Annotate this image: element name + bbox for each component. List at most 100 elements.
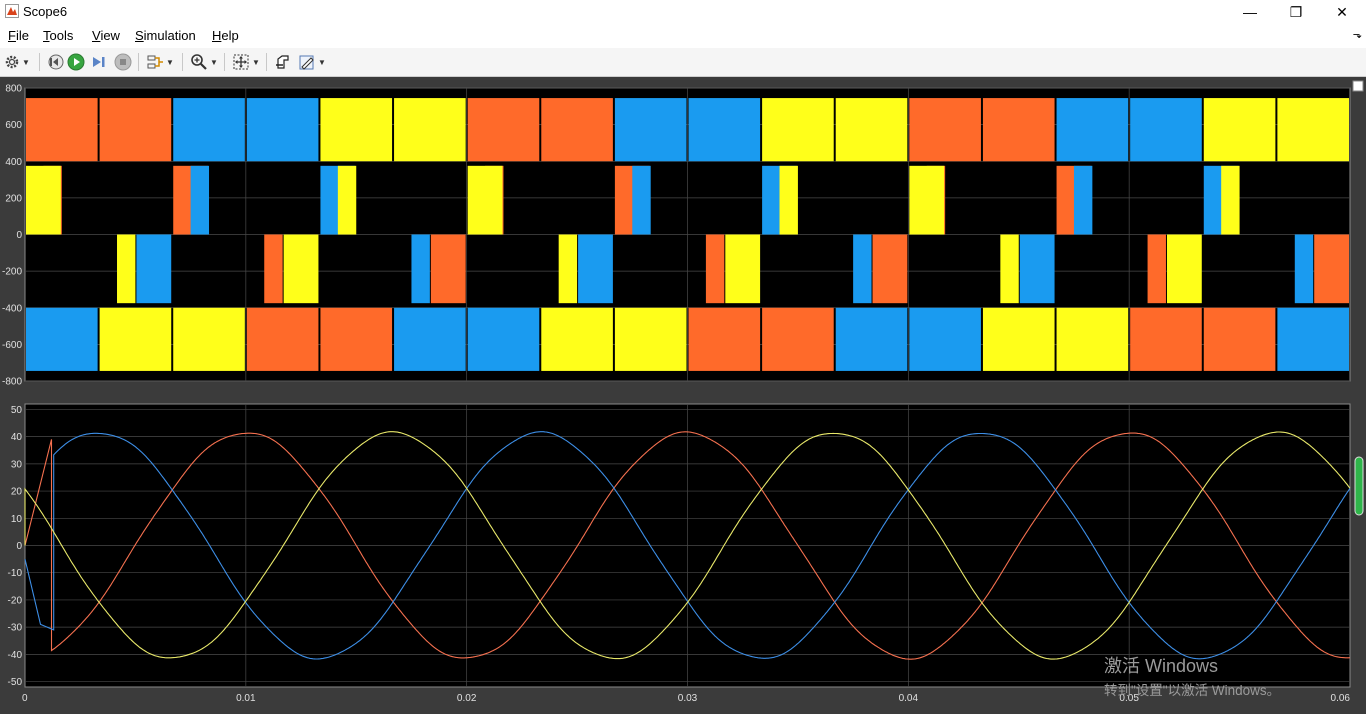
step-back-button[interactable] [46,52,64,72]
signal-select-button[interactable]: ▼ [146,52,174,72]
maximize-button[interactable]: ❐ [1273,0,1319,24]
pwm-block [394,307,466,371]
pwm-block [1056,98,1129,162]
pwm-block [1314,234,1349,304]
cursor-measurements-button[interactable] [274,52,292,72]
pwm-block [705,234,725,304]
pwm-block [283,234,319,304]
fit-axes-icon [233,54,249,70]
y-tick-label: 20 [11,487,23,498]
menu-simulation[interactable]: Simulation [135,28,196,43]
x-tick-label: 0.03 [678,693,698,704]
pwm-block [1130,98,1202,162]
y-tick-label: 0 [16,541,22,552]
pwm-block [1056,307,1129,371]
pwm-block [1130,307,1202,371]
watermark-line-1: 激活 Windows [1104,656,1218,676]
toolbar: ▼ ▼ ▼ ▼ ▼ [0,48,1366,77]
y-tick-label: 200 [5,193,22,204]
pwm-block [1019,234,1055,304]
pwm-block [779,165,798,235]
x-tick-label: 0 [22,693,28,704]
y-tick-label: -400 [2,303,22,314]
menu-file[interactable]: File [8,28,29,43]
chevron-down-icon: ▼ [210,57,218,67]
zoom-icon [191,54,207,70]
step-forward-button[interactable] [90,52,108,72]
pwm-block [541,307,613,371]
menu-bar: File Tools View Simulation Help ⬎ [0,24,1366,48]
pwm-block [1221,165,1240,235]
pwm-block [264,234,283,304]
pwm-block [1000,234,1019,304]
x-tick-label: 0.02 [457,693,477,704]
y-tick-label: -50 [8,677,23,688]
close-icon: ✕ [1336,3,1348,20]
pwm-block [1203,307,1276,371]
pwm-block [835,307,908,371]
pwm-block [246,98,319,162]
menu-help[interactable]: Help [212,28,239,43]
pwm-block [26,307,98,371]
run-button[interactable] [67,52,85,72]
y-tick-label: 10 [11,514,23,525]
pwm-block [541,98,613,162]
pwm-block [578,234,613,304]
pwm-block [909,307,981,371]
y-tick-label: 800 [5,84,22,95]
y-tick-label: -800 [2,377,22,388]
pwm-block [26,98,98,162]
restore-icon: ❐ [1289,3,1303,20]
y-tick-label: -40 [8,650,23,661]
toolbar-separator [138,53,139,71]
pwm-block [26,165,61,235]
toolbar-separator [182,53,183,71]
pwm-block [614,307,687,371]
gear-icon [5,55,19,69]
stop-button[interactable] [114,52,132,72]
chevron-down-icon: ▼ [252,57,260,67]
pwm-block [982,307,1055,371]
pwm-block [632,165,651,235]
minimize-button[interactable]: — [1227,0,1273,24]
y-tick-label: -200 [2,267,22,278]
pwm-block [688,307,761,371]
pwm-block [909,165,945,235]
signal-select-icon [147,55,163,69]
pwm-block [320,98,393,162]
zoom-button[interactable]: ▼ [190,52,218,72]
pwm-block [835,98,908,162]
style-button[interactable]: ▼ [298,52,326,72]
chevron-down-icon: ▼ [22,57,30,67]
pwm-block [467,98,540,162]
pwm-block [1277,307,1349,371]
y-tick-label: -10 [8,568,23,579]
chevron-down-icon: ▼ [166,57,174,67]
legend-scroll-handle [1354,456,1364,516]
y-tick-label: -30 [8,623,23,634]
pwm-block [614,98,687,162]
toolbar-separator [224,53,225,71]
fit-axes-button[interactable]: ▼ [232,52,260,72]
pwm-block [688,98,761,162]
pwm-block [1073,165,1093,235]
close-button[interactable]: ✕ [1319,0,1365,24]
pwm-block [173,307,245,371]
pwm-block [190,165,210,235]
pwm-block [467,307,540,371]
step-back-icon [48,54,64,70]
pwm-block [173,98,245,162]
y-tick-label: 400 [5,157,22,168]
pwm-block [1277,98,1349,162]
menu-view[interactable]: View [92,28,120,43]
pwm-block [136,234,172,304]
undock-icon [1352,80,1364,92]
pwm-block [762,98,834,162]
pwm-block [1294,234,1314,304]
menu-tools[interactable]: Tools [43,28,73,43]
menu-overflow-icon[interactable]: ⬎ [1353,28,1362,41]
configuration-button[interactable]: ▼ [4,52,30,72]
watermark-line-2: 转到"设置"以激活 Windows。 [1104,683,1280,698]
scope-plots: 8006004002000-200-400-600-800 5040302010… [2,80,1364,704]
pwm-block [117,234,136,304]
